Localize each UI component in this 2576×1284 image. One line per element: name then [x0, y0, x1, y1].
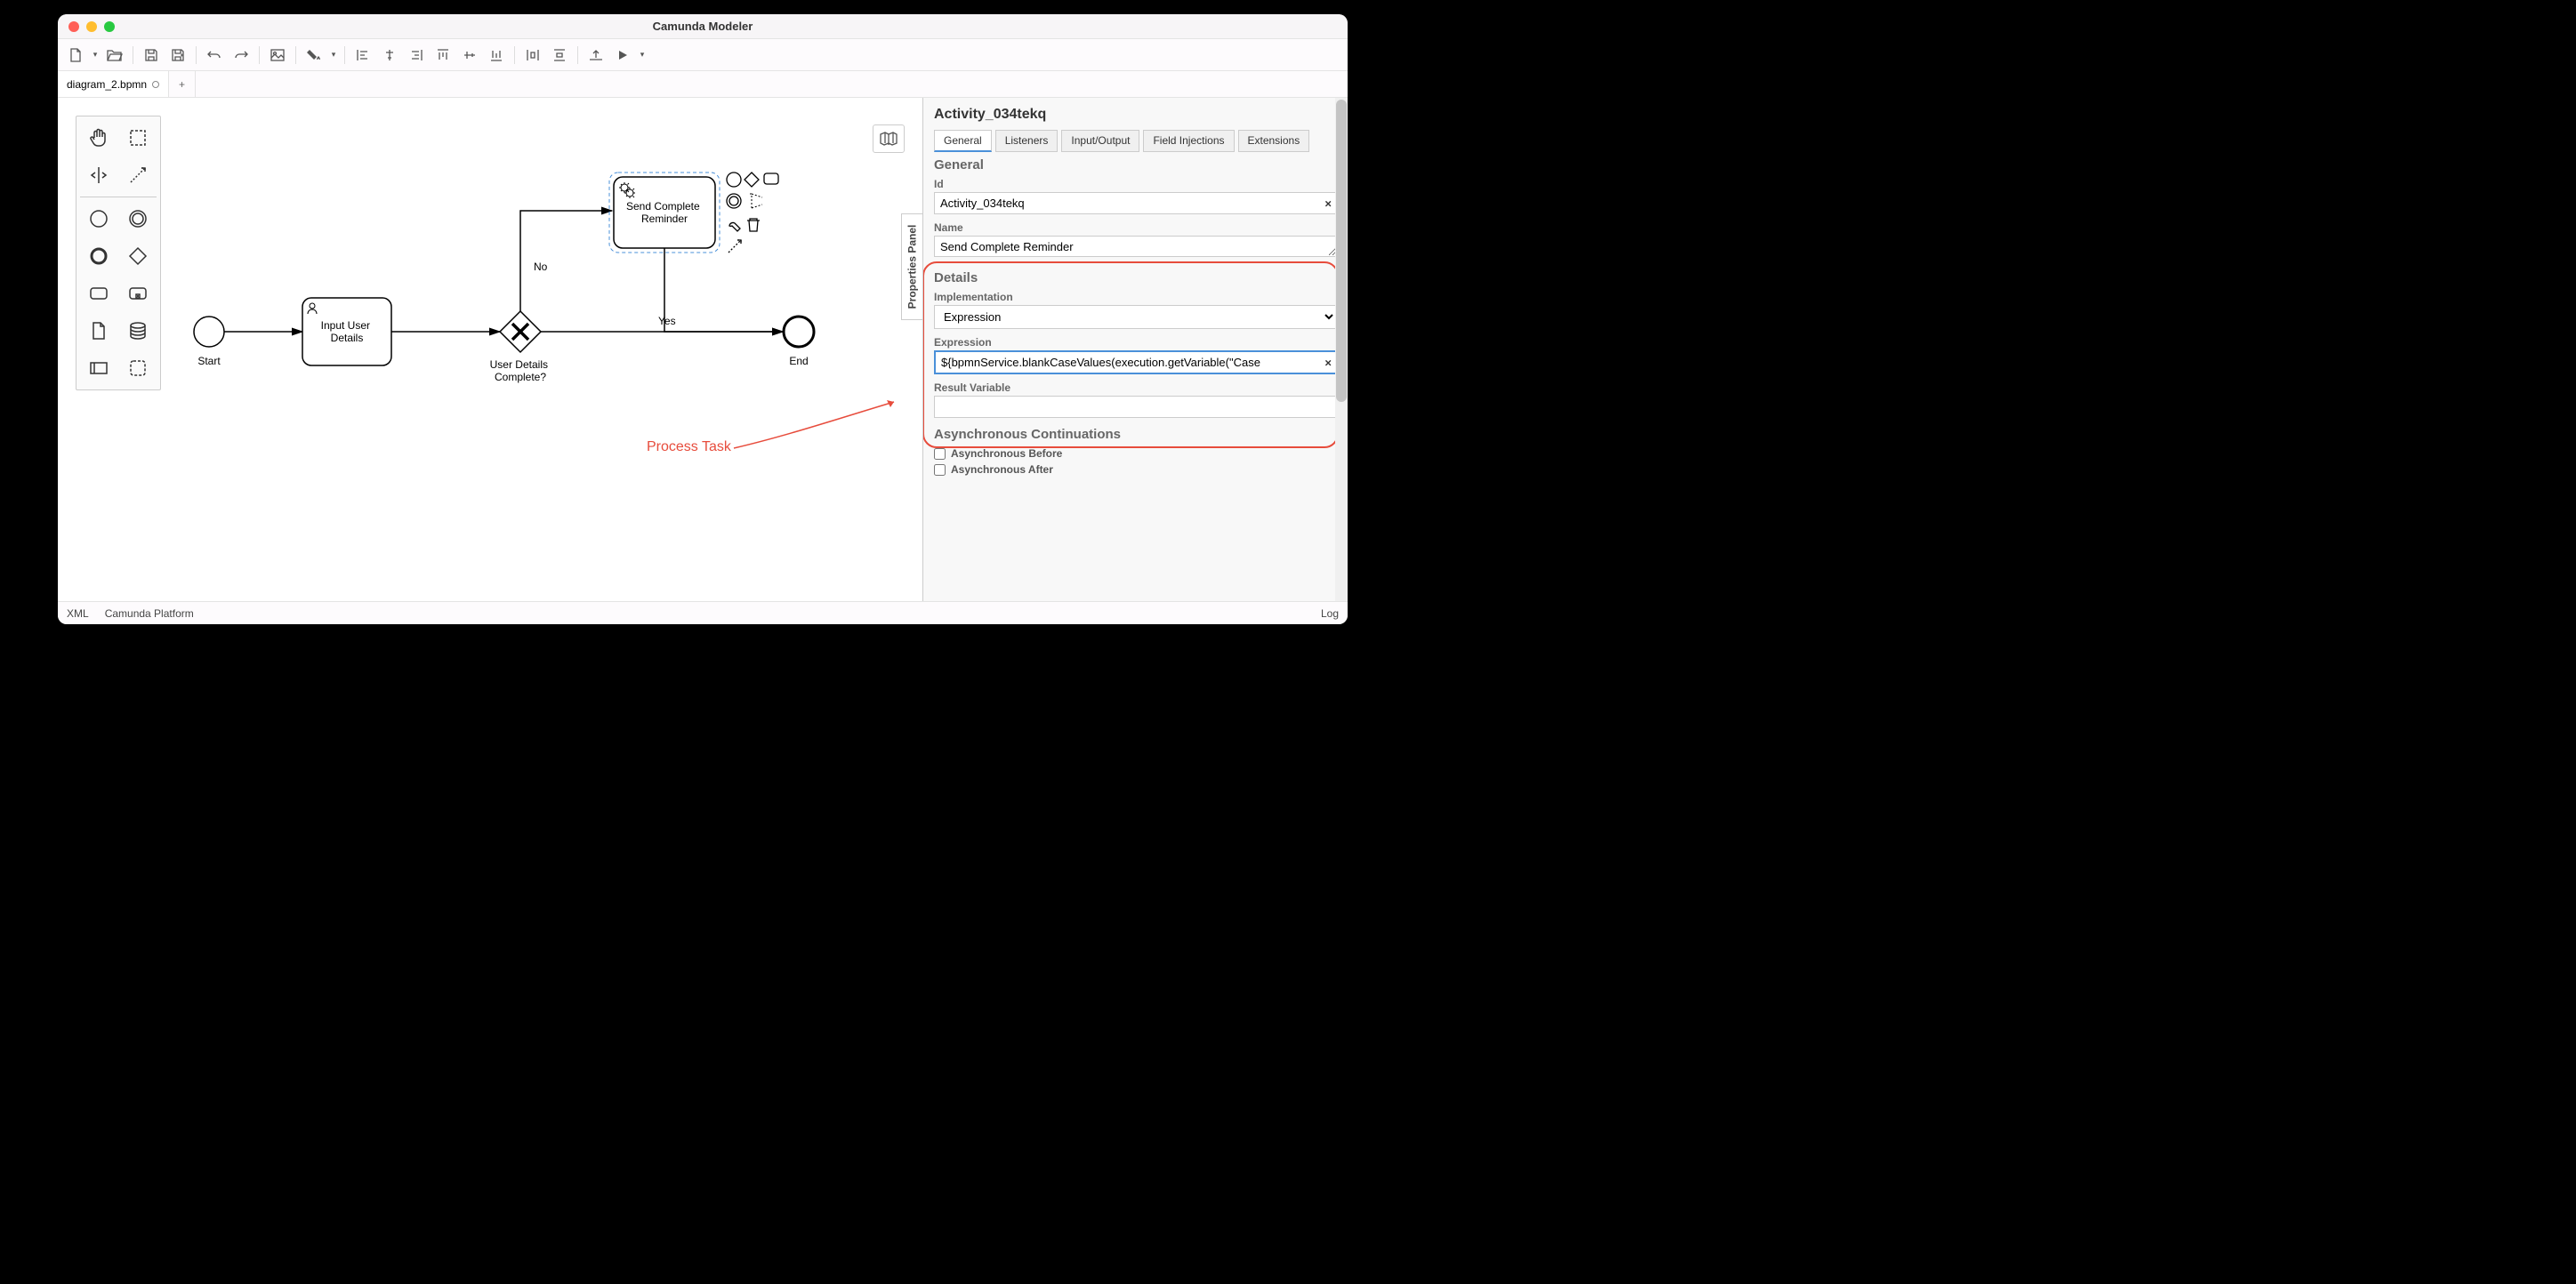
bpmn-diagram: Start Input User Details User D	[58, 98, 922, 601]
exclusive-gateway[interactable]	[500, 311, 541, 352]
status-platform[interactable]: Camunda Platform	[105, 607, 194, 620]
open-file-button[interactable]	[102, 43, 127, 68]
properties-element-id: Activity_034tekq	[934, 107, 1337, 123]
yes-label: Yes	[658, 315, 676, 327]
new-file-dropdown[interactable]: ▾	[90, 43, 101, 68]
context-trash-icon[interactable]	[747, 219, 760, 231]
context-wrench-icon[interactable]	[729, 222, 740, 231]
status-xml[interactable]: XML	[67, 607, 89, 620]
distribute-v-button[interactable]	[547, 43, 572, 68]
start-label: Start	[197, 355, 221, 367]
align-middle-button[interactable]	[457, 43, 482, 68]
deploy-button[interactable]	[584, 43, 608, 68]
implementation-label: Implementation	[934, 291, 1337, 303]
end-event[interactable]	[784, 317, 814, 347]
result-variable-label: Result Variable	[934, 381, 1337, 394]
window-title: Camunda Modeler	[58, 20, 1348, 33]
properties-panel: Properties Panel Activity_034tekq Genera…	[922, 98, 1348, 601]
result-variable-input[interactable]	[934, 396, 1337, 418]
no-label: No	[534, 261, 548, 273]
toolbar: ▾ ▾ ▾	[58, 39, 1348, 71]
tab-extensions[interactable]: Extensions	[1238, 130, 1310, 152]
properties-panel-toggle[interactable]: Properties Panel	[901, 213, 922, 320]
section-async: Asynchronous Continuations	[934, 427, 1337, 442]
id-clear-icon[interactable]: ×	[1324, 197, 1332, 210]
id-label: Id	[934, 178, 1337, 190]
content: Start Input User Details User D	[58, 98, 1348, 601]
async-after-checkbox[interactable]	[934, 464, 946, 476]
image-button[interactable]	[265, 43, 290, 68]
name-input[interactable]: Send Complete Reminder	[934, 236, 1337, 257]
expression-input[interactable]	[934, 350, 1337, 374]
align-left-button[interactable]	[350, 43, 375, 68]
expression-clear-icon[interactable]: ×	[1324, 356, 1332, 369]
save-button[interactable]	[139, 43, 164, 68]
context-event-icon[interactable]	[727, 173, 741, 187]
align-top-button[interactable]	[431, 43, 455, 68]
properties-scrollbar[interactable]	[1335, 98, 1348, 601]
async-before-row[interactable]: Asynchronous Before	[934, 447, 1337, 460]
async-after-row[interactable]: Asynchronous After	[934, 463, 1337, 476]
tab-listeners[interactable]: Listeners	[995, 130, 1059, 152]
context-intermediate-icon[interactable]	[727, 194, 741, 208]
redo-button[interactable]	[229, 43, 254, 68]
statusbar: XML Camunda Platform Log	[58, 601, 1348, 624]
color-dropdown[interactable]: ▾	[328, 43, 339, 68]
expression-label: Expression	[934, 336, 1337, 349]
canvas[interactable]: Start Input User Details User D	[58, 98, 922, 601]
undo-button[interactable]	[202, 43, 227, 68]
tab-field-injections[interactable]: Field Injections	[1143, 130, 1234, 152]
name-label: Name	[934, 221, 1337, 234]
id-input[interactable]	[934, 192, 1337, 214]
save-as-button[interactable]	[165, 43, 190, 68]
context-pad	[727, 173, 778, 253]
app-window: Camunda Modeler ▾ ▾ ▾ diagram_2.	[58, 14, 1348, 624]
run-dropdown[interactable]: ▾	[637, 43, 648, 68]
scroll-thumb[interactable]	[1336, 100, 1347, 402]
tabbar: diagram_2.bpmn +	[58, 71, 1348, 98]
tab-label: diagram_2.bpmn	[67, 78, 147, 91]
minimize-window-icon[interactable]	[86, 21, 97, 32]
close-window-icon[interactable]	[68, 21, 79, 32]
status-log[interactable]: Log	[1321, 607, 1339, 620]
start-event[interactable]	[194, 317, 224, 347]
tab-input-output[interactable]: Input/Output	[1061, 130, 1139, 152]
tab-add[interactable]: +	[169, 71, 196, 97]
annotation-process-task: Process Task	[647, 439, 731, 455]
end-label: End	[789, 355, 808, 367]
flow-task2-end[interactable]	[664, 248, 783, 332]
maximize-window-icon[interactable]	[104, 21, 115, 32]
context-gateway-icon[interactable]	[745, 173, 759, 187]
context-task-icon[interactable]	[764, 173, 778, 184]
traffic-lights	[68, 21, 115, 32]
properties-tabs: General Listeners Input/Output Field Inj…	[934, 130, 1337, 152]
align-bottom-button[interactable]	[484, 43, 509, 68]
context-annotation-icon[interactable]	[750, 194, 762, 208]
context-connect-icon[interactable]	[729, 240, 741, 253]
align-right-button[interactable]	[404, 43, 429, 68]
new-file-button[interactable]	[63, 43, 88, 68]
color-button[interactable]	[302, 43, 326, 68]
section-details: Details	[934, 270, 1337, 285]
align-center-h-button[interactable]	[377, 43, 402, 68]
annotation-arrow	[734, 402, 894, 448]
titlebar: Camunda Modeler	[58, 14, 1348, 39]
tab-diagram[interactable]: diagram_2.bpmn	[58, 71, 169, 97]
distribute-h-button[interactable]	[520, 43, 545, 68]
async-before-checkbox[interactable]	[934, 448, 946, 460]
gateway-label: User Details Complete?	[490, 358, 551, 383]
section-general: General	[934, 157, 1337, 173]
run-button[interactable]	[610, 43, 635, 68]
tab-general[interactable]: General	[934, 130, 992, 152]
tab-modified-icon	[152, 81, 159, 88]
implementation-select[interactable]: Expression	[934, 305, 1337, 329]
